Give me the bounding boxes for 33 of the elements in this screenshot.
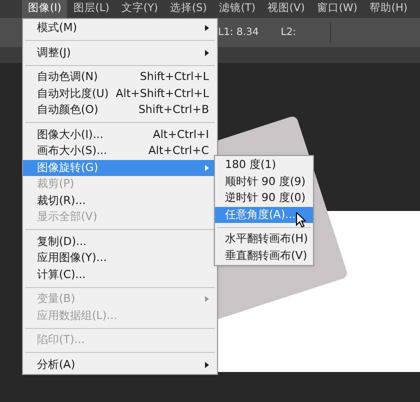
menu-item[interactable]: 计算(C)... [23,266,217,283]
menu-item[interactable]: 画布大小(S)... Alt+Ctrl+C [23,143,217,160]
submenu-arrow-icon [205,164,209,171]
menu-bar-item[interactable]: 选择(S) [164,0,213,18]
menu-item[interactable]: 逆时针 90 度(0) [215,190,313,206]
menu-item[interactable]: 模式(M) [23,20,217,36]
menu-bar-item[interactable]: 帮助(H) [363,0,414,18]
menu-item[interactable]: 应用图像(Y)... [23,250,217,266]
menu-item[interactable]: 垂直翻转画布(V) [215,248,313,264]
menu-bar-item[interactable]: 图像(I) [22,0,68,18]
menu-item[interactable]: 复制(D)... [23,234,217,250]
menu-item[interactable]: 180 度(1) [215,157,313,174]
menu-item[interactable]: 水平翻转画布(H) [215,231,313,248]
menu-bar-item[interactable]: 滤镜(T) [212,0,262,18]
menu-item[interactable]: 自动色调(N) Shift+Ctrl+L [23,69,217,86]
menu-item[interactable]: 顺时针 90 度(9) [215,174,313,190]
menu-bar-item[interactable]: 文字(Y) [115,0,164,18]
options-field: L1: 8.34 [218,25,259,40]
submenu-arrow-icon [205,25,209,32]
menu-item[interactable]: 分析(A) [23,356,217,373]
menu-item[interactable]: 图像大小(I)... Alt+Ctrl+I [23,126,217,143]
submenu-arrow-icon [205,296,209,302]
menu-bar-item[interactable]: 窗口(W) [310,0,364,18]
submenu-arrow-icon [205,50,209,56]
menu-item[interactable]: 裁切(R)... [23,192,217,209]
menu-item[interactable]: 自动对比度(U) Alt+Shift+Ctrl+L [23,86,217,102]
menu-item[interactable]: 自动颜色(O) Shift+Ctrl+B [23,102,217,118]
menu-bar-item[interactable]: 视图(V) [261,0,311,18]
submenu-arrow-icon [205,362,209,368]
options-field: L2: [280,25,296,40]
cursor-icon [296,212,306,228]
menu-bar-item[interactable]: 图层(L) [67,0,116,18]
menu-item[interactable]: 调整(J) [23,44,217,61]
